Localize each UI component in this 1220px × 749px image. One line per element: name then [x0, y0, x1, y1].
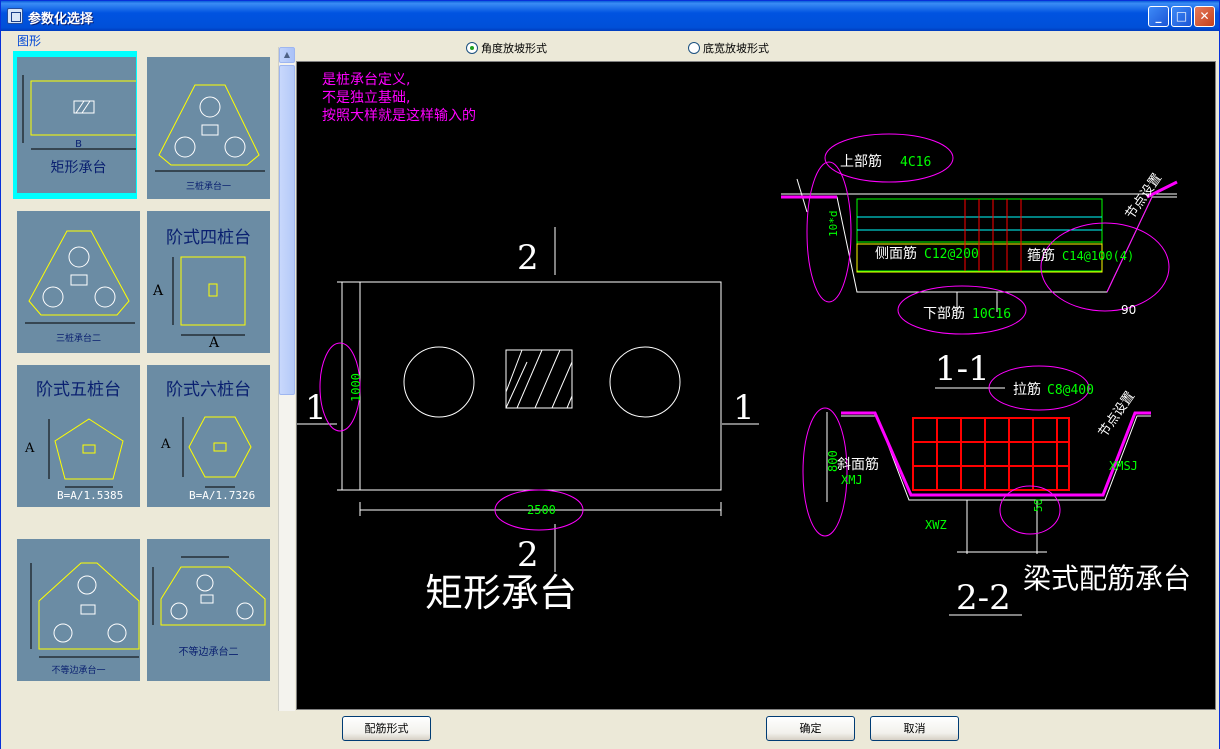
thumb-image: 三桩承台一	[147, 57, 270, 199]
xwz-text: XWZ	[925, 518, 947, 532]
main-title-text: 矩形承台	[425, 571, 577, 615]
bottom-rebar-label: 下部筋	[923, 305, 965, 322]
section-mark-top: 2	[517, 238, 539, 278]
top-rebar-label: 上部筋	[840, 153, 882, 170]
section-2-2-label: 2-2	[956, 578, 1011, 618]
rebar-form-button[interactable]: 配筋形式	[342, 716, 431, 741]
thumb-a-label-v: A	[153, 283, 164, 299]
thumb-image: 阶式五桩台 A B=A/1.5385	[17, 365, 140, 507]
thumb-unequal-1[interactable]: 不等边承台一	[13, 533, 140, 681]
thumb-a-label: A	[161, 437, 171, 452]
thumb-caption: 矩形承台	[50, 160, 107, 176]
dim-50-highlight	[999, 485, 1061, 535]
scroll-thumb[interactable]	[279, 65, 295, 395]
note-line-2: 不是独立基础,	[322, 89, 410, 106]
tie-value: C8@400	[1047, 383, 1094, 398]
ok-button[interactable]: 确定	[766, 716, 855, 741]
thumb-step-5-pile[interactable]: 阶式五桩台 A B=A/1.5385	[13, 359, 140, 507]
section-mark-right: 1	[733, 388, 755, 428]
side-rebar-value: C12@200	[924, 247, 979, 262]
parametric-select-window: 参数化选择 _ □ ✕ 图形 B 矩形承台 三桩承台一 三桩承台二 阶式四桩台 …	[0, 0, 1220, 749]
cad-drawing: 是桩承台定义, 不是独立基础, 按照大样就是这样输入的 1000 2500 2 …	[297, 71, 1191, 618]
bottom-rebar-value: 10C16	[972, 307, 1011, 322]
thumb-unequal-1-drawing	[30, 562, 140, 658]
shape-thumbnail-list: B 矩形承台 三桩承台一 三桩承台二 阶式四桩台 A A 阶式五桩台 A B=A…	[9, 47, 278, 739]
thumb-image: B 矩形承台	[17, 57, 136, 193]
preview-panel: 角度放坡形式 底宽放坡形式 是桩承台定义, 不是独立基础, 按照大样就是这样输入…	[296, 32, 1216, 710]
chevron-up-icon: ▲	[283, 50, 291, 59]
thumb-caption: 不等边承台二	[178, 647, 239, 658]
xmsj-text: XMSJ	[1109, 459, 1138, 473]
minimize-button[interactable]: _	[1148, 6, 1169, 27]
maximize-icon: □	[1175, 9, 1188, 23]
beam-cap-title: 梁式配筋承台	[1023, 562, 1191, 595]
radio-angle-slope[interactable]: 角度放坡形式	[466, 40, 547, 56]
thumb-image: 不等边承台一	[17, 539, 140, 681]
shape-panel: 图形 B 矩形承台 三桩承台一 三桩承台二 阶式四桩台 A A 阶式五桩台 A …	[5, 31, 295, 739]
section-mark-left: 1	[305, 388, 327, 428]
stirrup-highlight	[1040, 222, 1170, 312]
stirrup-value: C14@100(4)	[1062, 249, 1134, 263]
thumb-formula: B=A/1.5385	[57, 489, 124, 502]
thumb-rect-cap[interactable]: B 矩形承台	[13, 51, 137, 199]
slope-rebar-value: XMJ	[841, 473, 863, 487]
thumb-caption: 三桩承台一	[185, 182, 231, 192]
thumb-step-4-pile[interactable]: 阶式四桩台 A A	[143, 205, 270, 353]
close-icon: ✕	[1199, 9, 1210, 23]
thumb-step-6-drawing	[182, 416, 252, 488]
radio-label: 底宽放坡形式	[703, 42, 769, 55]
dim-height-text: 1000	[349, 373, 363, 402]
angle-text: 90	[1121, 303, 1136, 317]
radio-label: 角度放坡形式	[481, 42, 547, 55]
top-rebar-value: 4C16	[900, 155, 931, 170]
tie-label: 拉筋	[1013, 381, 1041, 398]
stirrup-label: 箍筋	[1027, 247, 1055, 264]
maximize-button[interactable]: □	[1171, 6, 1192, 27]
thumb-caption: 三桩承台二	[55, 334, 101, 344]
bottom-button-bar: 配筋形式 确定 取消	[1, 711, 1219, 749]
side-rebar-label: 侧面筋	[875, 245, 917, 262]
slope-rebar-label: 斜面筋	[837, 456, 879, 473]
scroll-up-button[interactable]: ▲	[279, 47, 295, 63]
cad-preview-canvas: 是桩承台定义, 不是独立基础, 按照大样就是这样输入的 1000 2500 2 …	[296, 61, 1216, 710]
node-setting-text-2: 节点设置	[1096, 389, 1138, 440]
thumb-tri-pile-1-drawing	[155, 84, 265, 172]
thumb-tri-pile-2[interactable]: 三桩承台二	[13, 205, 140, 353]
dim-50-text: 50	[1032, 499, 1045, 512]
cancel-button[interactable]: 取消	[870, 716, 959, 741]
thumb-a-label: A	[25, 441, 35, 456]
window-title: 参数化选择	[28, 12, 94, 27]
note-line-1: 是桩承台定义,	[322, 71, 410, 88]
thumb-unequal-2-drawing	[152, 556, 266, 626]
thumb-step-6-pile[interactable]: 阶式六桩台 A B=A/1.7326	[143, 359, 270, 507]
thumb-image: 阶式四桩台 A A	[147, 211, 270, 353]
thumb-image: 三桩承台二	[17, 211, 140, 353]
dim-width-text: 2500	[527, 503, 556, 517]
radio-checked-icon	[466, 42, 478, 54]
title-bar[interactable]: 参数化选择 _ □ ✕	[1, 1, 1219, 31]
anchor-text: 10*d	[827, 211, 840, 238]
slope-mode-row: 角度放坡形式 底宽放坡形式	[296, 32, 1216, 60]
rect-cap-plan	[297, 227, 759, 572]
radio-width-slope[interactable]: 底宽放坡形式	[688, 40, 769, 56]
dim-800-text: 800	[826, 450, 840, 472]
thumb-image: 不等边承台二	[147, 539, 270, 681]
thumb-image: 阶式六桩台 A B=A/1.7326	[147, 365, 270, 507]
thumb-tri-pile-1[interactable]: 三桩承台一	[143, 51, 270, 199]
section-mark-bottom: 2	[517, 535, 539, 575]
thumb-step-5-drawing	[48, 418, 124, 488]
thumb-b-label: B	[75, 139, 82, 150]
thumb-formula: B=A/1.7326	[189, 489, 256, 502]
app-icon	[7, 8, 23, 24]
note-line-3: 按照大样就是这样输入的	[322, 107, 476, 124]
thumb-step-4-drawing	[172, 256, 246, 336]
minimize-icon: _	[1155, 9, 1162, 23]
thumb-caption: 不等边承台一	[51, 666, 106, 676]
close-button[interactable]: ✕	[1194, 6, 1215, 27]
section-1-1-label: 1-1	[935, 349, 990, 389]
thumb-unequal-2[interactable]: 不等边承台二	[143, 533, 270, 681]
thumb-a-label-h: A	[209, 335, 220, 351]
radio-unchecked-icon	[688, 42, 700, 54]
thumb-scrollbar[interactable]: ▲ ▼	[278, 47, 295, 739]
